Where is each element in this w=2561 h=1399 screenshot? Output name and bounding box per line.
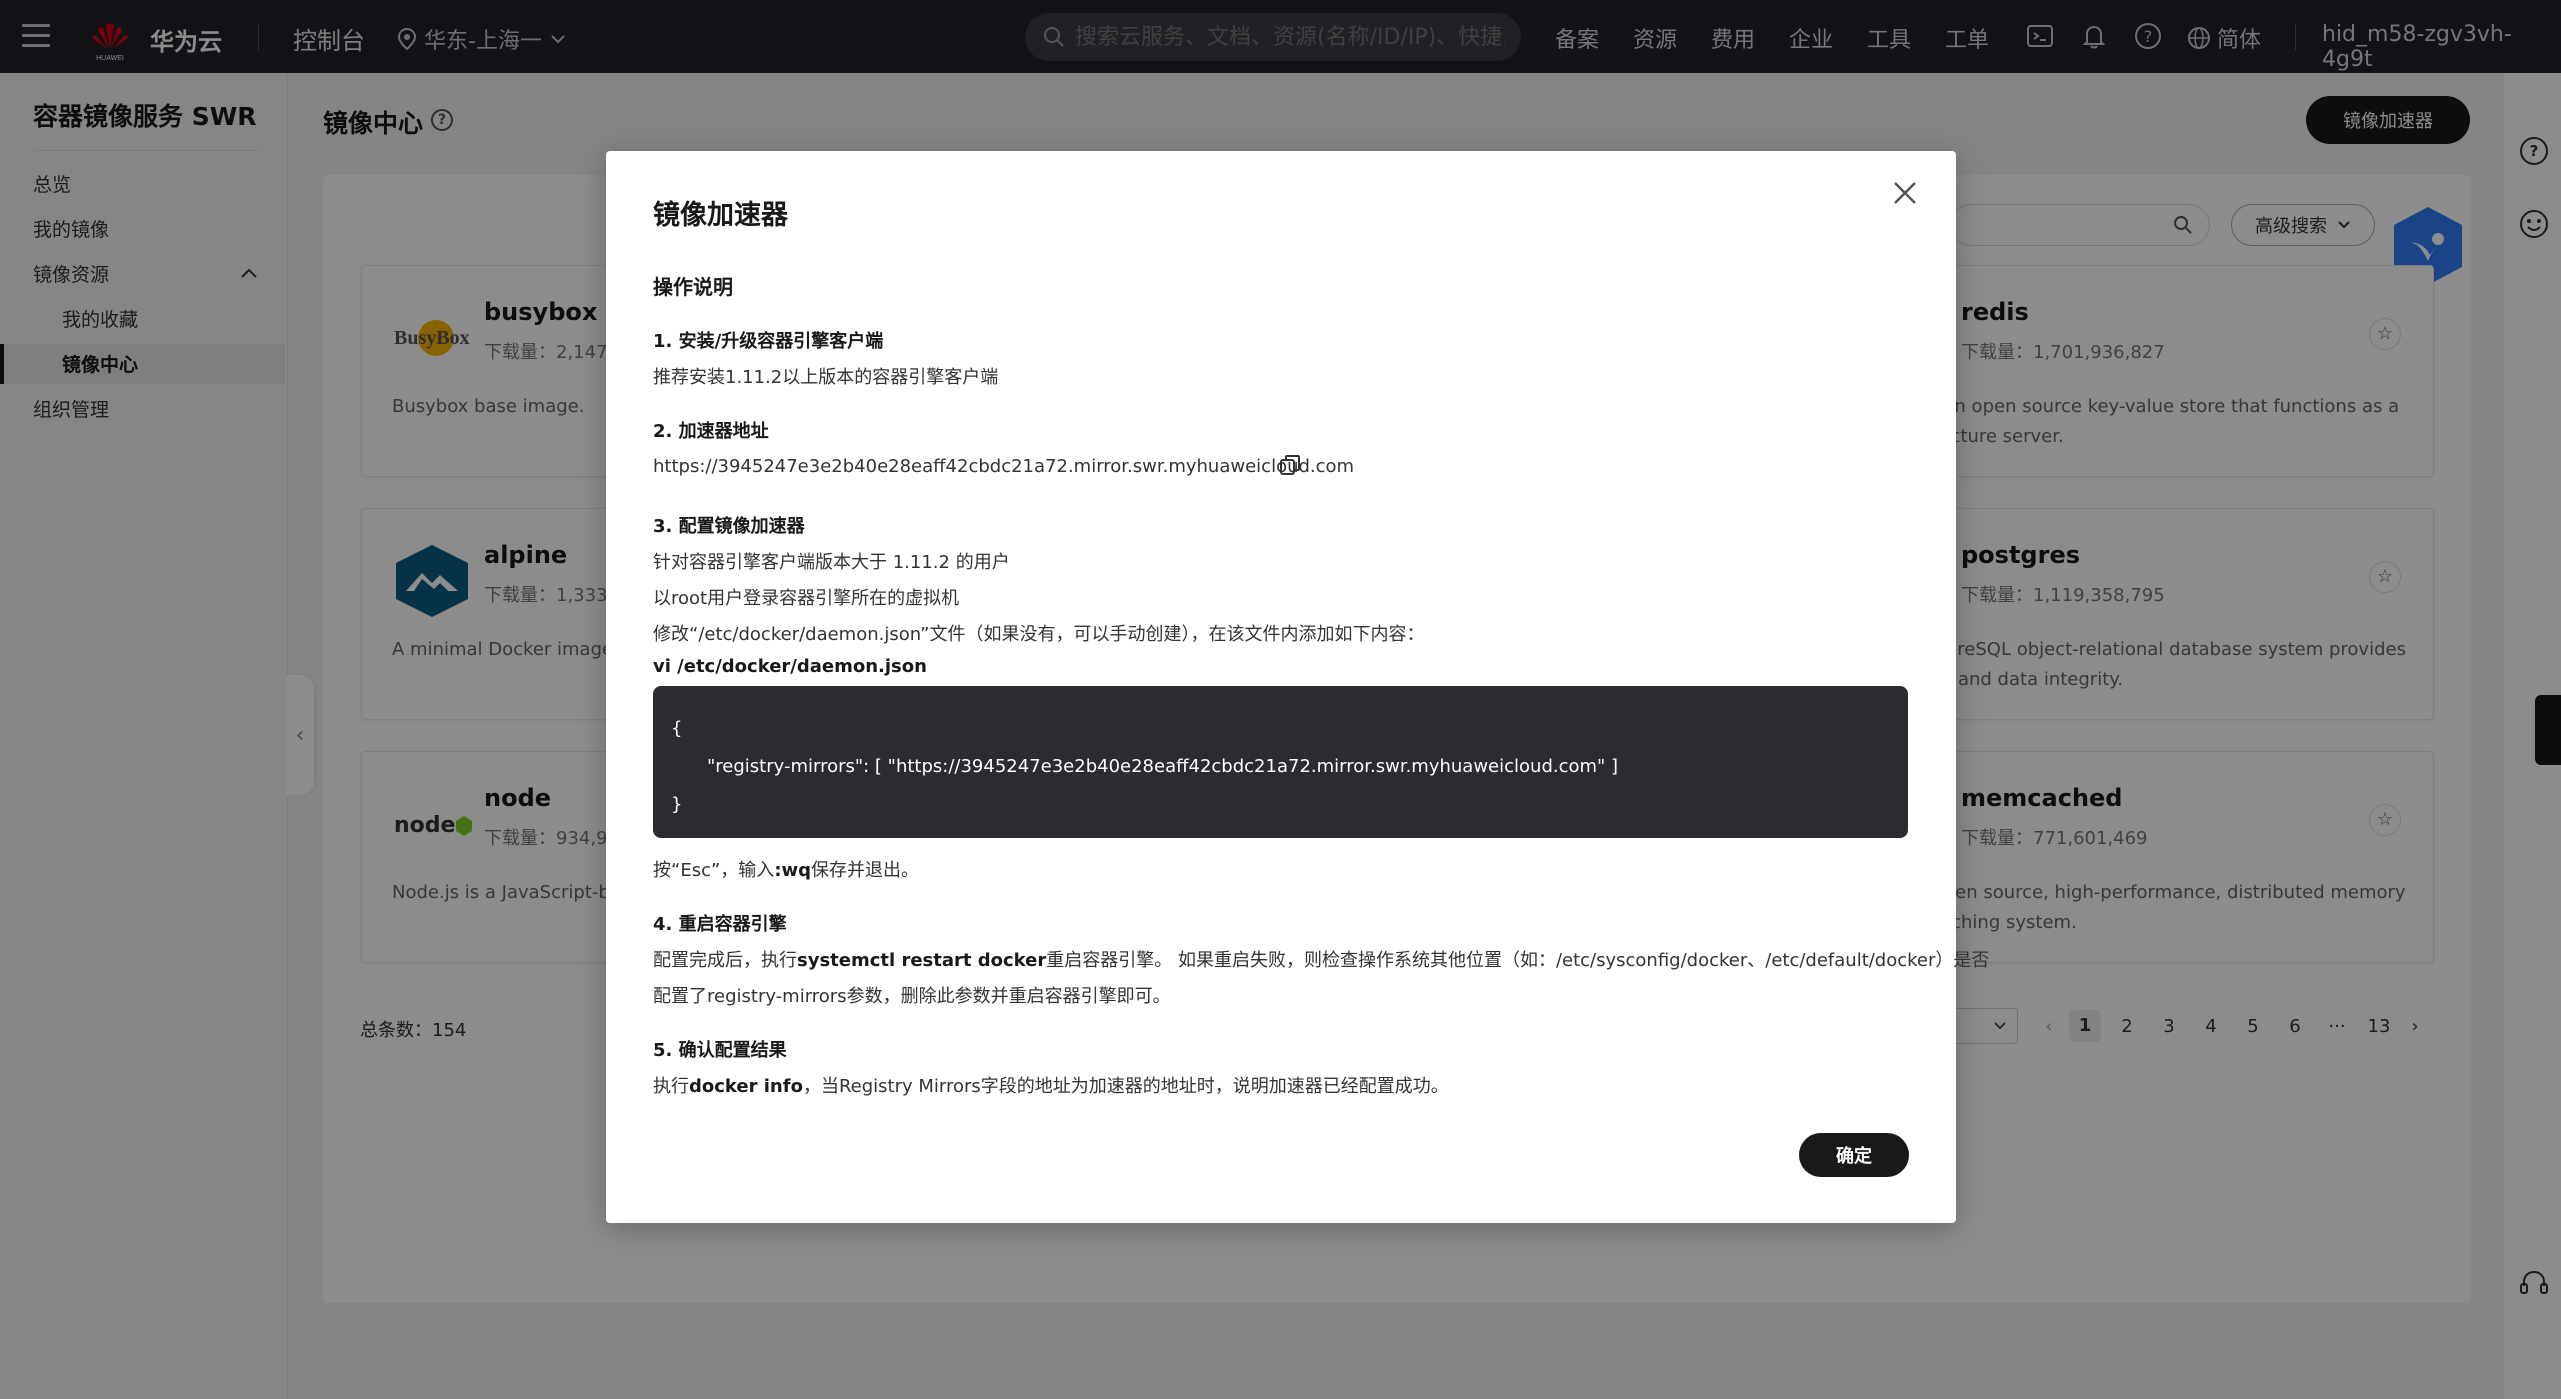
confirm-button[interactable]: 确定 — [1799, 1133, 1909, 1177]
close-icon[interactable] — [1889, 177, 1921, 209]
text-fragment: systemctl restart docker — [797, 950, 1047, 971]
step3-command: vi /etc/docker/daemon.json — [653, 656, 927, 677]
text-fragment: docker info — [689, 1076, 803, 1097]
step3-title: 3. 配置镜像加速器 — [653, 516, 805, 537]
step5-title: 5. 确认配置结果 — [653, 1040, 787, 1061]
image-accelerator-dialog: 镜像加速器 操作说明 1. 安装/升级容器引擎客户端 推荐安装1.11.2以上版… — [606, 151, 1989, 1223]
code-line: } — [671, 794, 683, 815]
step3-line1: 针对容器引擎客户端版本大于 1.11.2 的用户 — [653, 552, 1010, 573]
code-line: "registry-mirrors": [ "https://3945247e3… — [707, 756, 1619, 777]
text-fragment: 重启容器引擎。 如果重启失败，则检查操作系统其他位置（如：/etc/syscon… — [1046, 950, 1990, 971]
daemon-json-code-block[interactable]: { "registry-mirrors": [ "https://3945247… — [653, 686, 1908, 838]
text-fragment: ，当Registry Mirrors字段的地址为加速器的地址时，说明加速器已经配… — [802, 1076, 1449, 1097]
step3-line2: 以root用户登录容器引擎所在的虚拟机 — [653, 588, 960, 609]
step3-line3: 修改“/etc/docker/daemon.json”文件（如果没有，可以手动创… — [653, 624, 1425, 645]
text-fragment: :wq — [774, 860, 812, 881]
text-fragment: 保存并退出。 — [811, 860, 920, 881]
text-fragment: 执行 — [653, 1076, 689, 1097]
copy-icon[interactable] — [1279, 454, 1301, 476]
step1-text: 推荐安装1.11.2以上版本的容器引擎客户端 — [653, 367, 999, 388]
step4-line2: 配置了registry-mirrors参数，删除此参数并重启容器引擎即可。 — [653, 986, 1171, 1007]
dialog-title: 镜像加速器 — [653, 200, 788, 231]
step2-title: 2. 加速器地址 — [653, 421, 769, 442]
step5-line: 执行docker info，当Registry Mirrors字段的地址为加速器… — [653, 1072, 1449, 1098]
section-heading: 操作说明 — [653, 275, 733, 299]
text-fragment: 按“Esc”，输入 — [653, 860, 775, 881]
step4-title: 4. 重启容器引擎 — [653, 914, 787, 935]
code-line: { — [671, 718, 683, 739]
text-fragment: 配置完成后，执行 — [653, 950, 797, 971]
accelerator-url: https://3945247e3e2b40e28eaff42cbdc21a72… — [653, 456, 1355, 477]
step3-after: 按“Esc”，输入:wq保存并退出。 — [653, 856, 919, 882]
step1-title: 1. 安装/升级容器引擎客户端 — [653, 331, 884, 352]
step4-line1: 配置完成后，执行systemctl restart docker重启容器引擎。 … — [653, 946, 1989, 972]
